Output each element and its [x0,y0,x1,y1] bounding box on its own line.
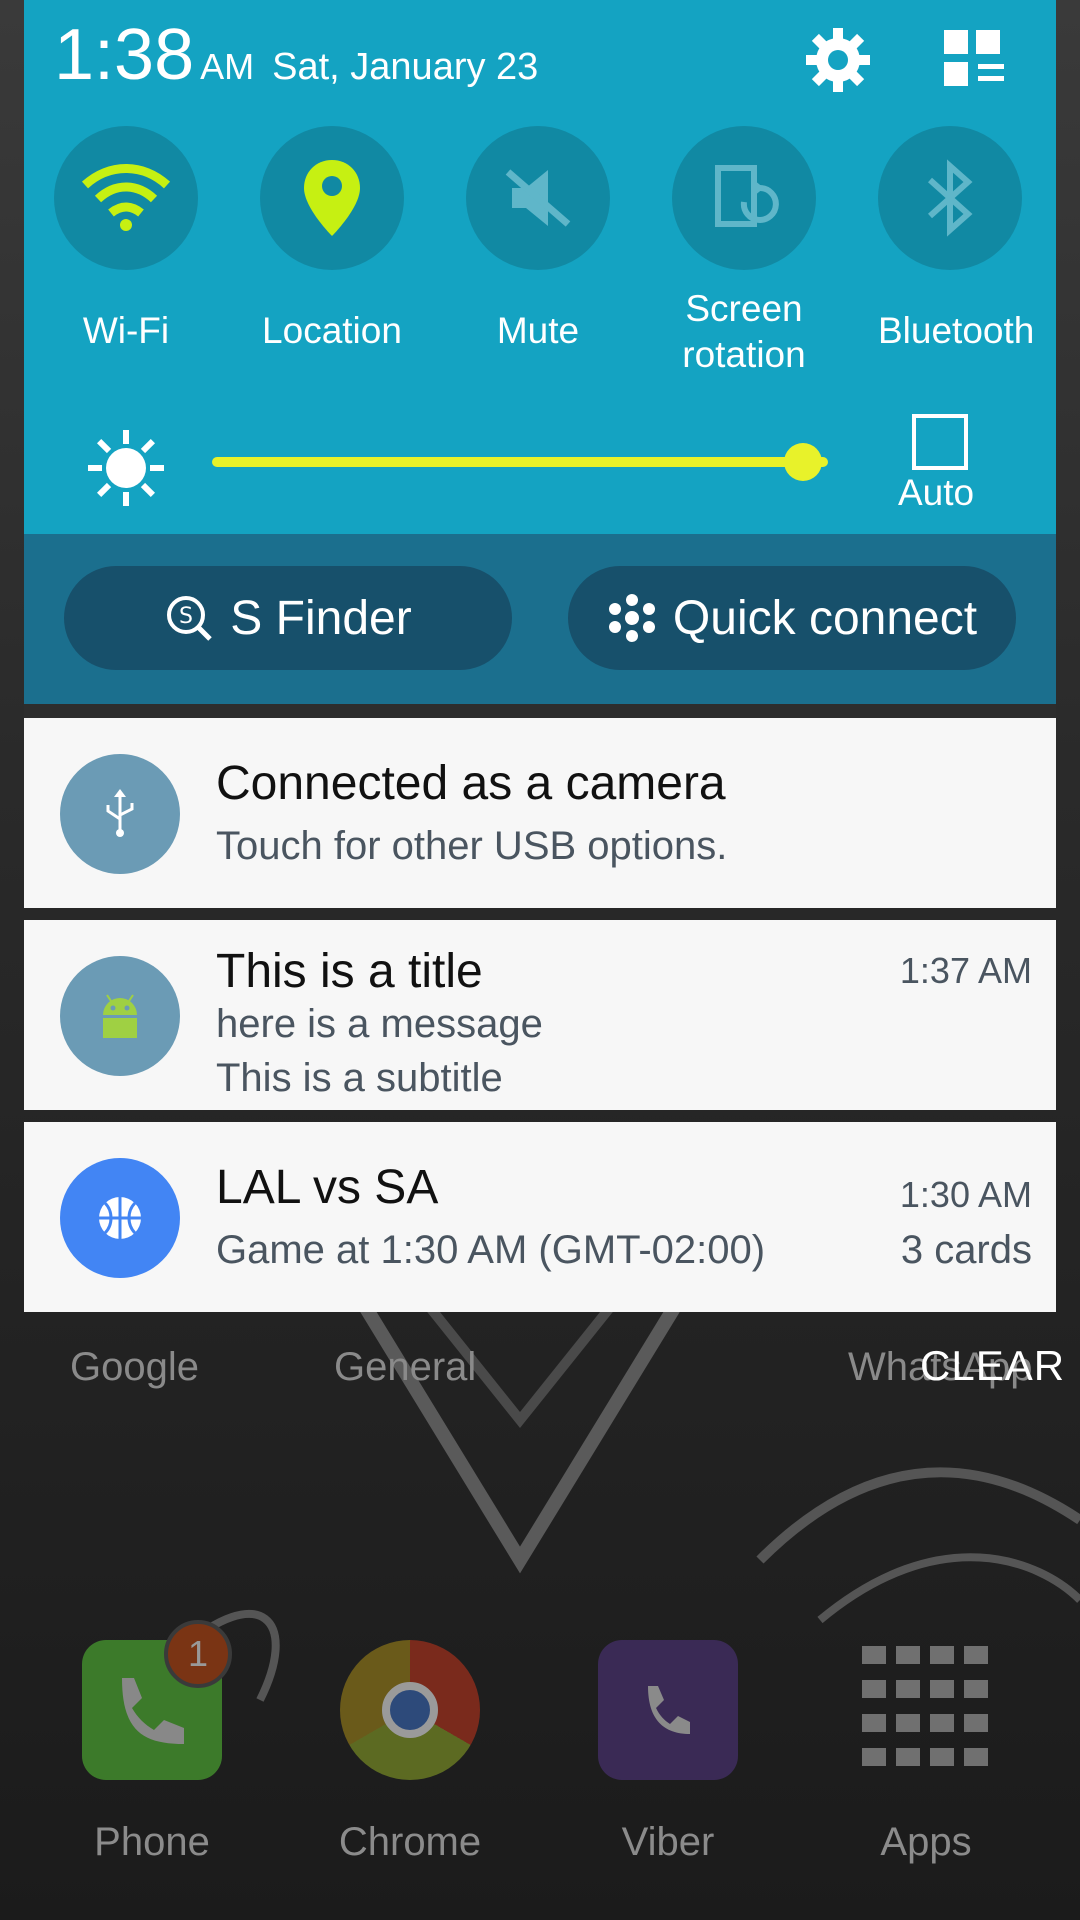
toggle-label-mute: Mute [496,310,580,351]
dock-app-chrome[interactable]: Chrome [310,1640,510,1865]
toggle-wifi[interactable]: Wi-Fi [54,126,198,354]
clear-notifications-button[interactable]: CLEAR [920,1342,1065,1390]
app-dock: 1 Phone Chrome Viber Apps [0,1620,1080,1880]
bluetooth-icon [878,126,1022,270]
quick-connect-icon [608,594,655,642]
clock-ampm: AM [200,46,255,87]
toggle-bluetooth[interactable]: Bluetooth [878,126,1035,354]
brightness-slider[interactable] [212,457,828,467]
notification-text: Touch for other USB options. [216,824,728,868]
s-finder-button[interactable]: S S Finder [64,566,512,670]
folder-label-google[interactable]: Google [70,1345,199,1390]
dock-label-apps: Apps [880,1820,972,1864]
missed-call-badge: 1 [164,1620,232,1688]
quick-connect-label: Quick connect [672,591,978,645]
dock-label-viber: Viber [621,1820,715,1864]
toggle-label-rotation: rotation [682,334,806,375]
settings-gear-icon[interactable] [802,24,874,96]
viber-icon [598,1640,738,1780]
s-finder-label: S Finder [230,591,412,645]
auto-brightness-checkbox[interactable] [912,414,968,470]
notification-game[interactable]: LAL vs SA 1:30 AM Game at 1:30 AM (GMT-0… [24,1122,1056,1312]
notification-title: Connected as a camera [216,757,726,810]
notification-panel: 1:38 AM Sat, January 23 Wi-Fi Location M… [24,0,1056,1324]
notification-card-count: 3 cards [900,1228,1032,1272]
clock-date: Sat, January 23 [272,46,539,88]
notification-time: 1:37 AM [899,950,1032,991]
dock-app-viber[interactable]: Viber [568,1640,768,1865]
toggle-screen-rotation[interactable]: Screen rotation [672,126,816,378]
toggle-label-location: Location [262,310,402,351]
svg-text:S: S [179,604,193,629]
brightness-slider-thumb[interactable] [784,443,823,481]
toggle-label-screen: Screen [685,288,803,329]
notification-title: LAL vs SA [216,1161,439,1214]
screen-rotation-icon [672,126,816,270]
status-clock: 1:38 AM Sat, January 23 [54,14,538,96]
notification-message: here is a message [216,1002,543,1046]
auto-brightness-label: Auto [898,472,975,513]
dock-app-apps[interactable]: Apps [826,1640,1026,1865]
notification-subtitle: This is a subtitle [216,1056,503,1100]
chrome-icon [340,1640,480,1780]
dock-label-phone: Phone [94,1820,210,1864]
android-icon [60,956,180,1076]
quick-connect-button[interactable]: Quick connect [568,566,1016,670]
edit-quick-panel-icon[interactable] [938,24,1010,96]
toggle-label-wifi: Wi-Fi [82,310,170,351]
folder-label-general[interactable]: General [334,1345,476,1390]
finder-row: S S Finder Quick connect [24,534,1056,704]
dock-app-phone[interactable]: 1 Phone [52,1620,252,1865]
location-pin-icon [260,126,404,270]
usb-icon [60,754,180,874]
brightness-sun-icon [88,430,164,506]
toggle-label-bluetooth: Bluetooth [878,310,1035,351]
mute-icon [466,126,610,270]
notification-time: 1:30 AM [899,1174,1032,1215]
panel-divider [24,704,1056,718]
dock-label-chrome: Chrome [338,1820,482,1864]
s-finder-search-icon: S [167,596,213,641]
toggle-location[interactable]: Location [260,126,404,354]
apps-grid-icon [856,1640,996,1780]
notification-usb[interactable]: Connected as a camera Touch for other US… [24,718,1056,908]
notification-text: Game at 1:30 AM (GMT-02:00) [216,1228,766,1272]
clock-time: 1:38 [54,15,195,95]
notification-test[interactable]: This is a title 1:37 AM here is a messag… [24,920,1056,1110]
basketball-icon [60,1158,180,1278]
wifi-icon [54,126,198,270]
phone-icon: 1 [82,1620,232,1780]
quick-settings: 1:38 AM Sat, January 23 Wi-Fi Location M… [24,0,1056,534]
toggle-mute[interactable]: Mute [466,126,610,354]
notification-title: This is a title [216,945,483,998]
